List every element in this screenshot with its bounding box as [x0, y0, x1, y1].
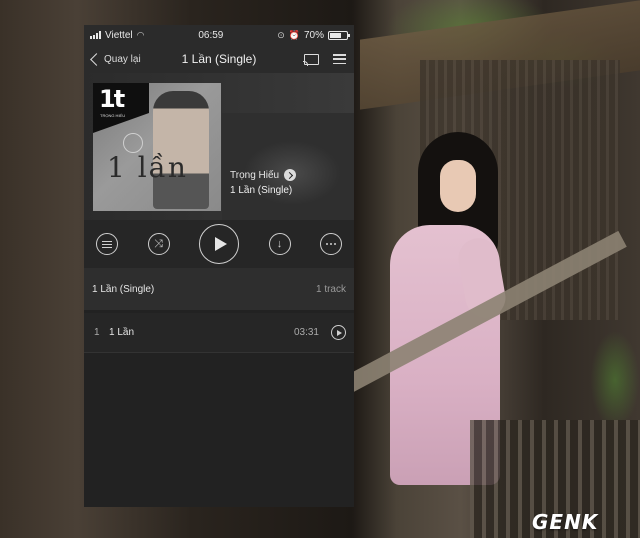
carrier-label: Viettel — [105, 29, 133, 41]
queue-icon — [102, 240, 112, 248]
lock-rotation-icon: ⊙ — [277, 29, 285, 40]
genk-watermark: GENK — [532, 510, 599, 534]
track-row[interactable]: 1 1 Lần 03:31 — [84, 313, 354, 353]
track-play-icon[interactable] — [331, 325, 346, 340]
player-controls: ⤨ ↓ — [84, 220, 354, 268]
cover-logo-subtext: TRỌNG HIẾU — [100, 113, 126, 118]
track-duration: 03:31 — [293, 327, 319, 338]
alarm-icon: ⏰ — [288, 29, 300, 40]
play-button[interactable] — [199, 224, 239, 264]
wifi-icon: ◠ — [136, 29, 145, 40]
album-title: 1 Lần (Single) — [92, 283, 155, 295]
track-count: 1 track — [315, 283, 346, 295]
track-title: 1 Lần — [109, 327, 135, 338]
phone-screen: Viettel ◠ 06:59 ⊙ ⏰ 70% Quay lại 1 Lần (… — [84, 25, 354, 507]
photo-person-face — [440, 160, 476, 212]
more-icon — [326, 243, 336, 245]
play-icon — [214, 237, 227, 251]
album-cover[interactable]: 1 lần 1t TRỌNG HIẾU — [93, 83, 221, 211]
back-button[interactable]: Quay lại — [88, 52, 141, 66]
battery-fill — [329, 32, 342, 38]
cover-logo-text: 1t — [99, 85, 125, 113]
cover-title-text: 1 lần — [107, 151, 188, 184]
download-button[interactable]: ↓ — [268, 233, 291, 255]
shuffle-button[interactable]: ⤨ — [147, 233, 170, 255]
status-bar: Viettel ◠ 06:59 ⊙ ⏰ 70% — [84, 25, 354, 45]
track-number: 1 — [94, 327, 100, 338]
nav-bar: Quay lại 1 Lần (Single) — [84, 45, 354, 73]
cast-icon[interactable] — [303, 53, 319, 66]
hero-background-art — [222, 113, 354, 220]
back-chevron-icon — [90, 52, 103, 66]
shuffle-icon: ⤨ — [154, 237, 163, 250]
hero-album-name: 1 Lần (Single) — [230, 185, 293, 196]
cover-artist-figure — [153, 91, 209, 209]
signal-icon — [90, 31, 101, 39]
menu-icon[interactable] — [333, 54, 346, 64]
cover-sun-ornament — [123, 133, 143, 153]
download-icon: ↓ — [276, 237, 283, 250]
chevron-right-icon — [284, 169, 297, 181]
battery-percent: 70% — [303, 29, 324, 41]
artist-name: Trọng Hiếu — [230, 169, 280, 181]
more-button[interactable] — [320, 233, 342, 255]
battery-icon — [327, 30, 350, 40]
queue-button[interactable] — [96, 233, 118, 255]
album-hero: 1 lần 1t TRỌNG HIẾU Trọng Hiếu 1 Lần (Si… — [84, 73, 354, 220]
status-time: 06:59 — [198, 29, 224, 41]
album-header-row: 1 Lần (Single) 1 track — [84, 268, 354, 310]
back-label: Quay lại — [104, 53, 141, 65]
artist-link[interactable]: Trọng Hiếu — [230, 169, 297, 181]
